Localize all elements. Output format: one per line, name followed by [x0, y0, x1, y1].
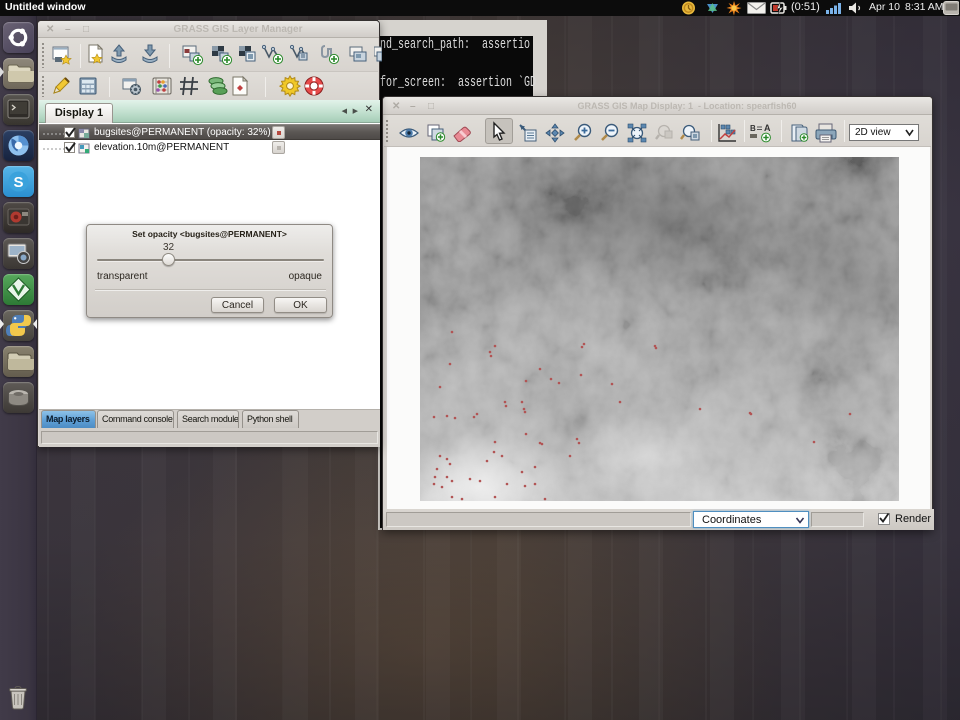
svg-text:B: B: [750, 124, 756, 133]
svg-text:A: A: [764, 123, 771, 133]
svg-text:S: S: [13, 174, 23, 191]
